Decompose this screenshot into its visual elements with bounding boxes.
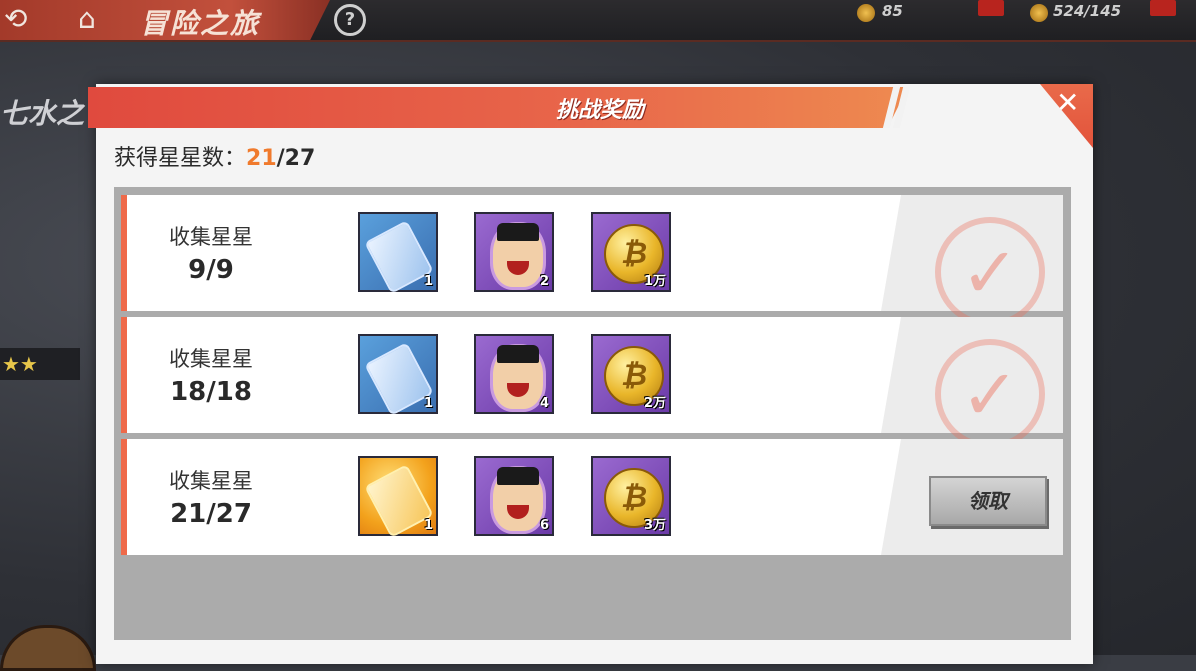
reward-item-coin[interactable]: ₿ 2万 [591, 334, 671, 414]
reward-item-ticket[interactable]: 1 [358, 334, 438, 416]
item-quantity: 2万 [643, 396, 666, 411]
home-icon[interactable]: ⌂ [78, 4, 96, 34]
row-label: 收集星星 [169, 225, 253, 249]
row-label: 收集星星 [169, 469, 253, 493]
reward-item-coin[interactable]: ₿ 1万 [591, 212, 671, 292]
back-icon[interactable]: ⟲ [4, 4, 27, 34]
add-coins-button[interactable] [978, 0, 1004, 16]
stamina-icon [1030, 4, 1048, 22]
reward-row: 收集星星 21/27 1 6 ₿ 3万 领取 [121, 439, 1063, 555]
background-stars: ★★ [0, 348, 80, 380]
row-label: 收集星星 [169, 347, 253, 371]
character-puzzle-icon [490, 344, 546, 412]
star-count-current: 21 [246, 146, 277, 171]
reward-row: 收集星星 9/9 1 2 ₿ 1万 ✓ [121, 195, 1063, 327]
row-accent [121, 195, 127, 311]
dialog-title: 挑战奖励 [555, 98, 644, 123]
help-button[interactable]: ? [334, 4, 366, 36]
reward-item-ticket[interactable]: 1 [358, 212, 438, 294]
row-progress: 21/27 [170, 499, 252, 529]
reward-row: 收集星星 18/18 1 4 ₿ 2万 ✓ [121, 317, 1063, 449]
item-quantity: 4 [539, 396, 549, 411]
reward-item-ticket[interactable]: 1 [358, 456, 438, 538]
item-quantity: 2 [539, 274, 549, 289]
claimed-check-icon: ✓ [935, 217, 1045, 327]
claim-button[interactable]: 领取 [929, 476, 1047, 526]
top-bar: ⟲ ⌂ 冒险之旅 ? 85 524/145 [0, 0, 1196, 42]
star-count: 获得星星数：21/27 [114, 140, 315, 172]
page-title: 冒险之旅 [140, 7, 261, 40]
reward-item-puzzle[interactable]: 2 [474, 212, 554, 292]
background-stage-name: 七水之 [0, 97, 85, 130]
row-accent [121, 439, 127, 555]
item-quantity: 6 [539, 518, 549, 533]
character-puzzle-icon [490, 222, 546, 290]
coin-icon [857, 4, 875, 22]
item-quantity: 3万 [643, 518, 666, 533]
star-count-total: /27 [276, 146, 316, 171]
star-count-label: 获得星星数： [114, 146, 247, 171]
row-accent [121, 317, 127, 433]
reward-item-coin[interactable]: ₿ 3万 [591, 456, 671, 536]
close-icon[interactable]: ✕ [1056, 86, 1079, 119]
row-progress: 9/9 [188, 255, 234, 285]
claimed-check-icon: ✓ [935, 339, 1045, 449]
item-quantity: 1 [423, 518, 433, 533]
item-quantity: 1 [423, 396, 433, 411]
add-stamina-button[interactable] [1150, 0, 1176, 16]
item-quantity: 1万 [643, 274, 666, 289]
resource-stamina: 524/145 [1053, 2, 1122, 20]
reward-item-puzzle[interactable]: 6 [474, 456, 554, 536]
row-progress: 18/18 [170, 377, 252, 407]
reward-item-puzzle[interactable]: 4 [474, 334, 554, 414]
item-quantity: 1 [423, 274, 433, 289]
dialog-header [88, 87, 908, 128]
resource-coins: 85 [882, 2, 903, 20]
character-puzzle-icon [490, 466, 546, 534]
